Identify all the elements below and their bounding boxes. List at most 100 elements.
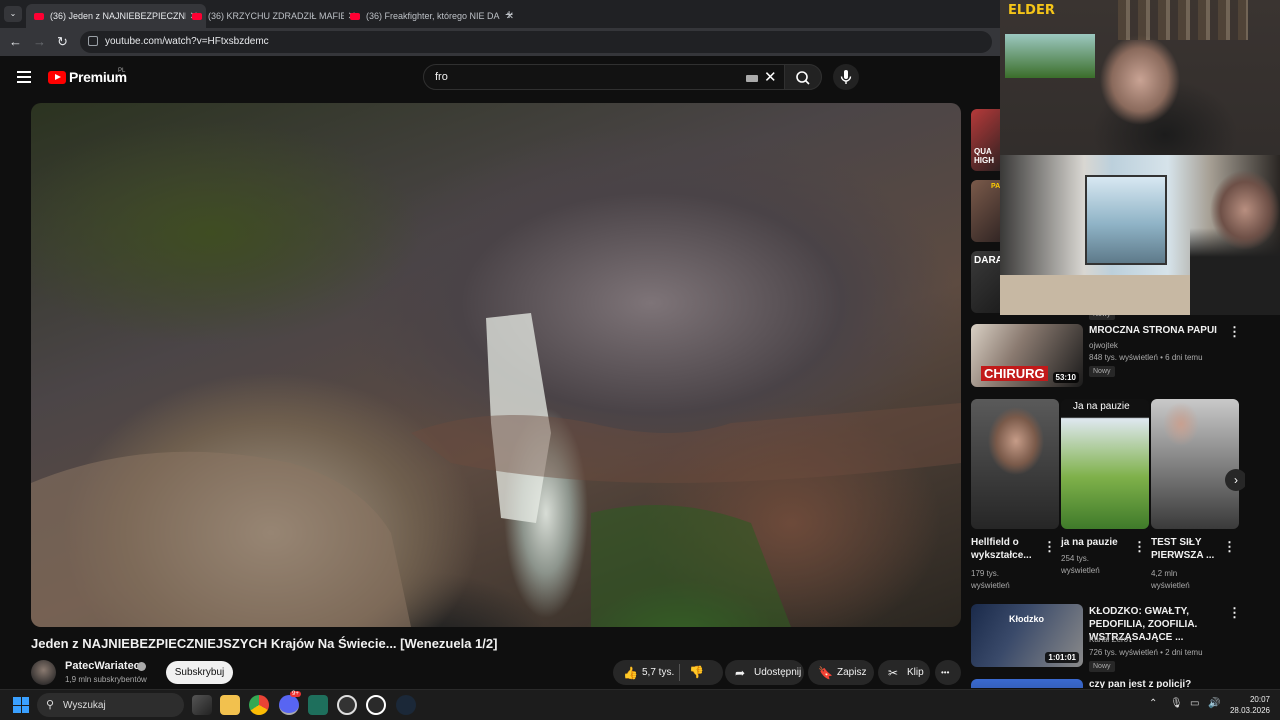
webcam-guest: [1190, 170, 1280, 315]
short-views: 179 tys. wyświetleń: [971, 569, 1010, 590]
elder-logo: ELDER: [1008, 3, 1055, 18]
youtube-premium-logo[interactable]: Premium: [48, 69, 127, 85]
like-button[interactable]: 👍 5,7 tys.: [613, 660, 723, 685]
share-label: Udostępnij: [754, 667, 802, 678]
excel-icon[interactable]: [308, 695, 328, 715]
premium-region-label: PL: [118, 68, 126, 74]
address-toolbar: ← → ↻ youtube.com/watch?v=HFtxsbzdemc: [0, 28, 1000, 56]
more-options-icon[interactable]: ⋮: [1223, 539, 1236, 555]
channel-name[interactable]: Kanał Zero: [1089, 634, 1128, 646]
clear-search-icon[interactable]: ✕: [764, 68, 777, 86]
channel-name[interactable]: PatecWariatec: [65, 660, 140, 672]
short-title[interactable]: Hellfield o wykształce...: [971, 536, 1041, 562]
keyboard-icon[interactable]: [746, 75, 758, 82]
clip-label: Klip: [907, 667, 924, 678]
save-button[interactable]: 🔖 Zapisz: [808, 660, 874, 685]
video-thumbnail[interactable]: Kłodzko 1:01:01: [971, 604, 1083, 667]
more-options-icon[interactable]: ⋮: [1228, 324, 1241, 340]
channel-avatar[interactable]: [31, 660, 56, 685]
discord-icon[interactable]: 9+: [279, 691, 301, 715]
youtube-favicon-icon: [34, 12, 44, 20]
video-player[interactable]: [31, 103, 961, 627]
video-title[interactable]: MROCZNA STRONA PAPUI: [1089, 324, 1219, 337]
thumbnail-text: Kłodzko: [1009, 614, 1044, 624]
new-badge: Nowy: [1089, 661, 1115, 672]
video-thumbnail[interactable]: [971, 679, 1083, 688]
search-icon: [796, 71, 810, 85]
share-icon: ➦: [735, 665, 746, 680]
tab-title: (36) Freakfighter, którego NIE DA SIĘ: [366, 11, 502, 21]
search-input[interactable]: fro ✕: [423, 64, 785, 90]
file-explorer-icon[interactable]: [220, 695, 240, 715]
verified-icon: [137, 662, 146, 671]
more-options-icon[interactable]: ⋮: [1228, 605, 1241, 621]
thumbnail-text: PA: [991, 183, 1001, 190]
youtube-play-icon: [48, 70, 66, 84]
short-thumbnail[interactable]: Ja na pauzie: [1061, 399, 1149, 529]
voice-search-button[interactable]: [833, 64, 859, 90]
short-thumbnail[interactable]: [971, 399, 1059, 529]
browser-tab[interactable]: (36) Jeden z NAJNIEBEZPIECZNIEJSZYCH ✕: [26, 4, 206, 28]
next-shorts-button[interactable]: ›: [1225, 469, 1245, 491]
thumbs-down-icon[interactable]: 👎: [689, 665, 704, 679]
taskbar-search-placeholder: Wyszukaj: [63, 700, 106, 711]
bookmark-icon: 🔖: [818, 665, 833, 680]
short-views: 254 tys. wyświetleń: [1061, 554, 1100, 575]
webcam-inset-room: [1000, 155, 1280, 315]
network-icon[interactable]: ▭: [1190, 698, 1199, 709]
youtube-favicon-icon: [350, 12, 360, 20]
taskbar-search[interactable]: ⚲ Wyszukaj: [37, 693, 184, 717]
tray-expand-icon[interactable]: ⌃: [1149, 698, 1157, 709]
thumbnail-text: Ja na pauzie: [1073, 401, 1130, 412]
video-title[interactable]: czy pan jest z policji?: [1089, 678, 1225, 688]
windows-start-icon[interactable]: [13, 697, 29, 713]
site-info-icon[interactable]: [88, 36, 98, 46]
clock-time: 20:07: [1249, 695, 1270, 704]
tab-search-button[interactable]: ⌄: [4, 6, 22, 22]
clip-button[interactable]: ✂ Klip: [878, 660, 930, 685]
short-views: 4,2 mln wyświetleń: [1151, 569, 1190, 590]
short-thumbnail[interactable]: [1151, 399, 1239, 529]
task-view-icon[interactable]: [192, 695, 212, 715]
webcam-overlay: ELDER: [1000, 0, 1280, 315]
browser-tab[interactable]: (36) Freakfighter, którego NIE DA SIĘ ✕: [342, 4, 522, 28]
channel-name[interactable]: ojwojtek: [1089, 340, 1118, 352]
video-thumbnail[interactable]: CHIRURG 53:10: [971, 324, 1083, 387]
new-tab-button[interactable]: +: [505, 6, 513, 22]
tab-title: (36) KRZYCHU ZDRADZIŁ MAFIĘ: [208, 11, 344, 21]
taskbar-clock[interactable]: 20:07 28.03.2026: [1226, 694, 1270, 716]
chrome-icon[interactable]: [249, 695, 269, 715]
steam-icon[interactable]: [396, 695, 416, 715]
like-count: 5,7 tys.: [642, 667, 675, 678]
forward-arrow-icon[interactable]: →: [33, 34, 46, 49]
browser-tab[interactable]: (36) KRZYCHU ZDRADZIŁ MAFIĘ ✕: [184, 4, 364, 28]
short-title[interactable]: ja na pauzie: [1061, 536, 1131, 549]
new-badge: Nowy: [1089, 366, 1115, 377]
microphone-tray-icon[interactable]: 🎙: [1170, 698, 1183, 709]
video-duration: 53:10: [1052, 372, 1079, 383]
webcam-bookshelf: [1118, 0, 1248, 40]
volume-icon[interactable]: 🔊: [1208, 698, 1220, 709]
share-button[interactable]: ➦ Udostępnij: [725, 660, 804, 685]
settings-gear-icon[interactable]: [366, 695, 386, 715]
webcam-aquarium: [1005, 34, 1095, 78]
obs-icon[interactable]: [337, 695, 357, 715]
search-query-text[interactable]: fro: [435, 71, 448, 83]
scissors-icon: ✂: [888, 665, 899, 680]
menu-icon[interactable]: [17, 71, 31, 83]
search-button[interactable]: [784, 64, 822, 90]
short-title[interactable]: TEST SIŁY PIERWSZA ...: [1151, 536, 1221, 562]
microphone-icon: [840, 70, 852, 84]
omnibox[interactable]: youtube.com/watch?v=HFtxsbzdemc: [80, 31, 992, 53]
windows-taskbar: ⚲ Wyszukaj 9+ ⌃ 🎙 ▭ 🔊 20:07 28.03.2026: [0, 689, 1280, 720]
back-arrow-icon[interactable]: ←: [9, 34, 22, 49]
subscribe-button[interactable]: Subskrybuj: [166, 661, 233, 684]
reload-icon[interactable]: ↻: [57, 34, 68, 50]
url-text[interactable]: youtube.com/watch?v=HFtxsbzdemc: [105, 36, 269, 47]
video-frame-art: [31, 313, 961, 627]
more-options-icon[interactable]: ⋮: [1043, 539, 1056, 555]
video-meta: 848 tys. wyświetleń • 6 dni temu: [1089, 353, 1203, 362]
more-options-icon[interactable]: ⋮: [1133, 539, 1146, 555]
like-divider: [679, 664, 680, 681]
more-actions-button[interactable]: •••: [935, 660, 961, 685]
